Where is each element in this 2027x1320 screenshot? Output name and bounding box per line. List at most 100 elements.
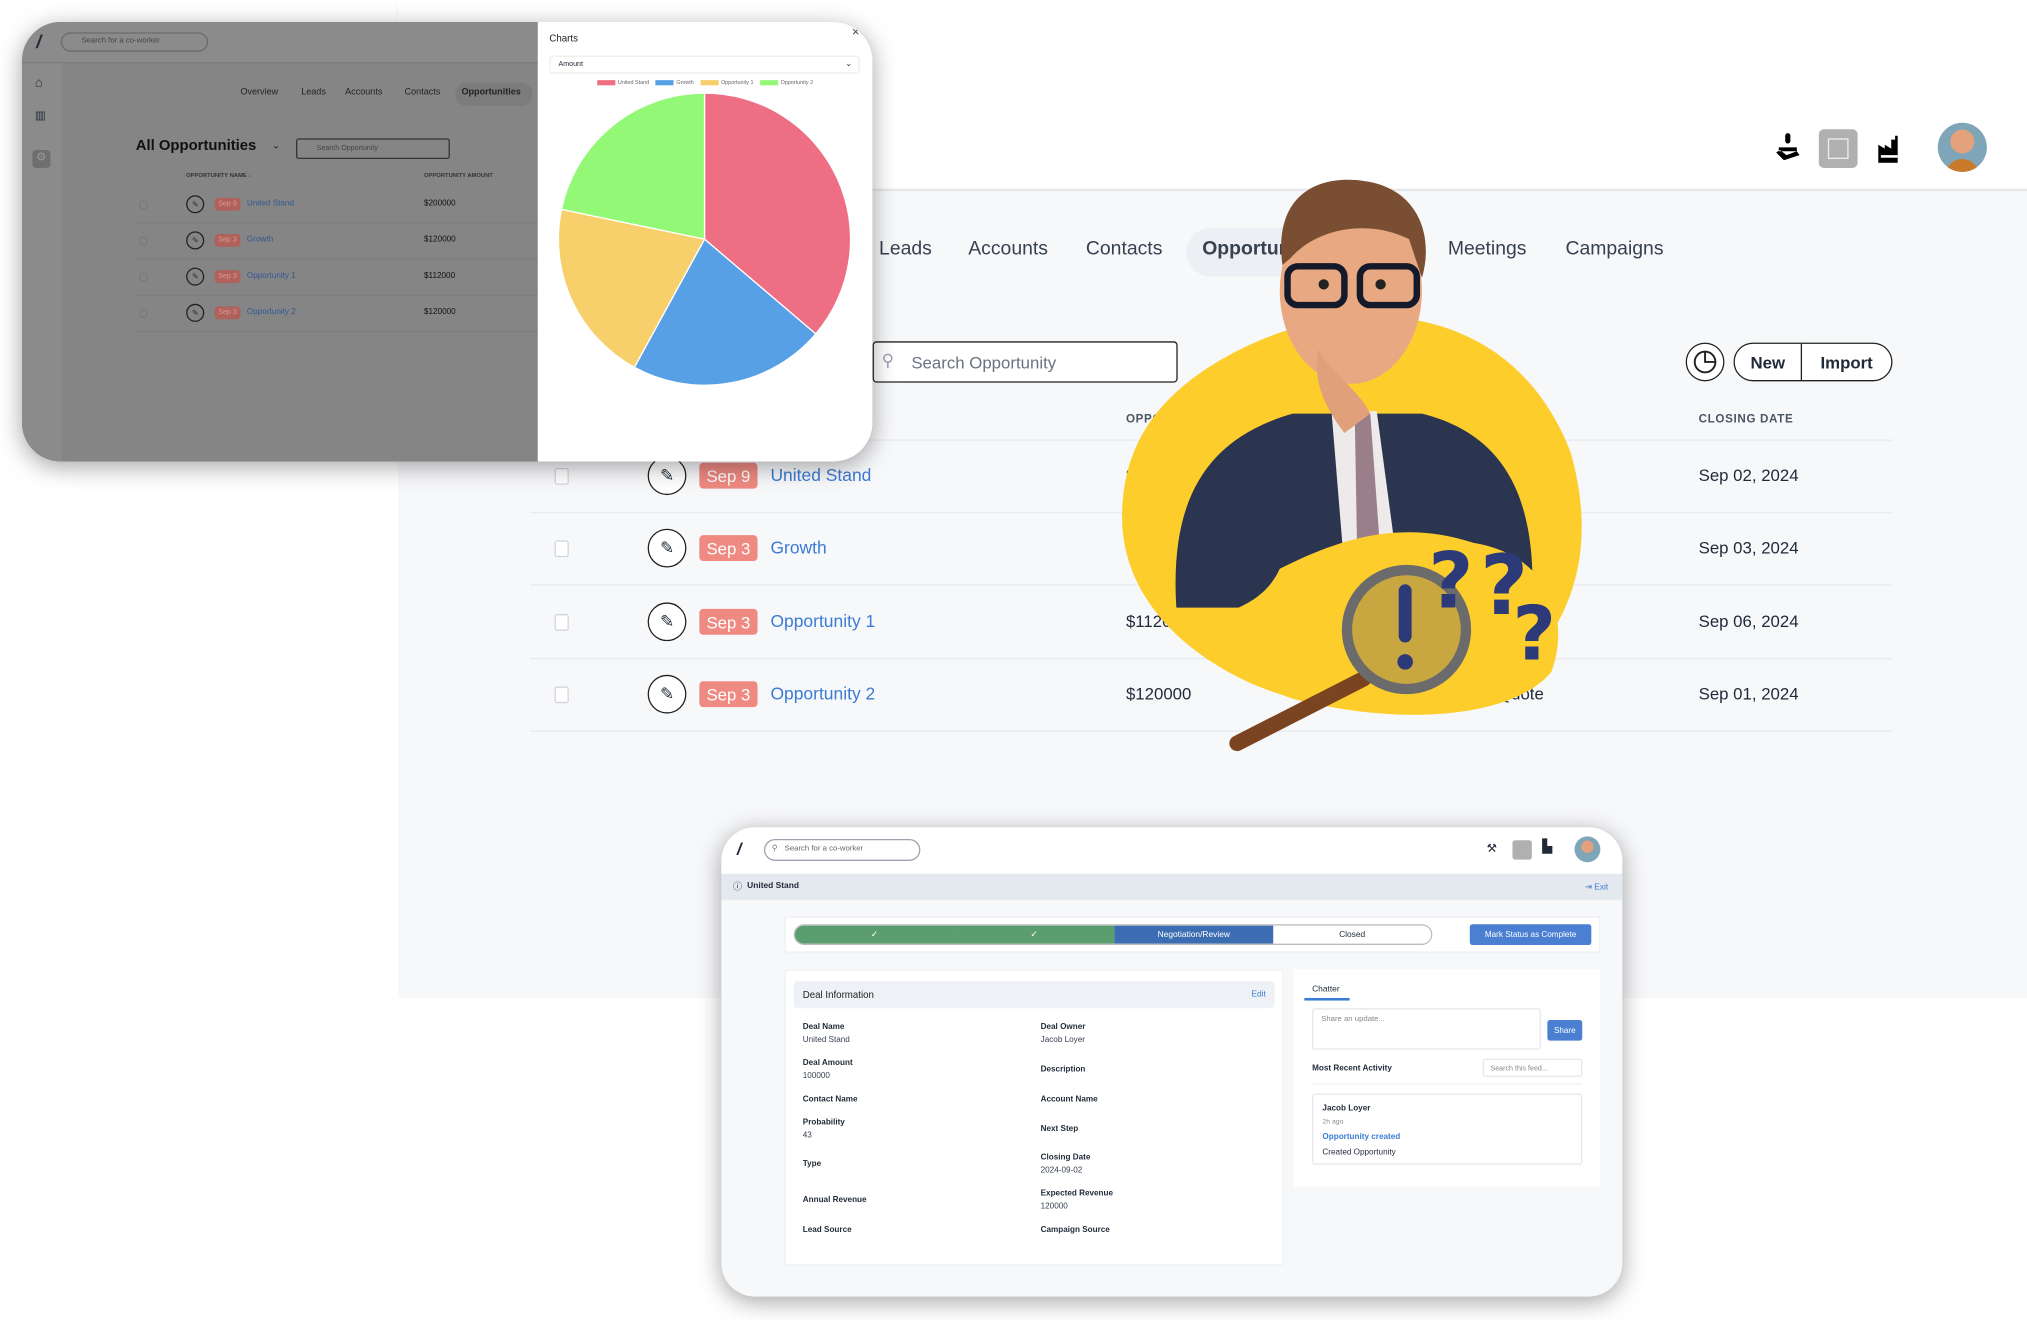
chart-metric-select[interactable]: Amount ⌄ xyxy=(549,55,860,74)
field-label-contact-name: Contact Name xyxy=(802,1094,858,1104)
opportunity-name-link[interactable]: United Stand xyxy=(770,465,871,484)
row-checkbox[interactable] xyxy=(139,200,148,210)
list-search-input[interactable]: Search Opportunity xyxy=(296,138,450,160)
column-header-closing-date[interactable]: CLOSING DATE xyxy=(1699,412,1794,425)
path-step-2[interactable]: ✓ xyxy=(954,925,1115,944)
opportunity-name-link[interactable]: Growth xyxy=(770,538,826,557)
close-icon[interactable]: × xyxy=(852,26,860,40)
closing-date: Sep 03, 2024 xyxy=(1698,537,1799,558)
column-header-amount[interactable]: OPPORTUNITY AMOUNT xyxy=(424,172,493,178)
mark-status-complete-button[interactable]: Mark Status as Complete xyxy=(1469,924,1592,945)
tab-leads[interactable]: Leads xyxy=(879,238,932,260)
legend-item[interactable]: Growth xyxy=(655,79,694,85)
field-value-deal-amount: 100000 xyxy=(802,1071,830,1081)
chart-button[interactable] xyxy=(1685,342,1725,382)
opportunity-amount: $200000 xyxy=(424,199,456,209)
feed-search-input[interactable]: Search this feed... xyxy=(1482,1058,1583,1077)
reports-icon[interactable]: ▥ xyxy=(35,109,46,123)
edit-icon: ✎ xyxy=(659,683,675,704)
overlay-tab[interactable]: Accounts xyxy=(345,88,382,97)
edit-button[interactable]: ✎ xyxy=(186,267,205,286)
path-step-1[interactable]: ✓ xyxy=(795,925,955,944)
row-checkbox[interactable] xyxy=(139,272,148,282)
invoice-icon[interactable] xyxy=(1818,129,1858,169)
activity-detail: Created Opportunity xyxy=(1322,1147,1396,1157)
field-label-closing-date: Closing Date xyxy=(1040,1153,1091,1163)
edit-button[interactable]: ✎ xyxy=(186,231,205,250)
overlay-tab[interactable]: Contacts xyxy=(405,88,441,97)
overlay-tab[interactable]: Opportunities xyxy=(461,88,520,97)
overlay-tab[interactable]: Overview xyxy=(240,88,278,97)
hand-stamp-icon[interactable]: ⚒ xyxy=(1487,842,1497,856)
coworker-search-input[interactable]: ⚲ Search for a co-worker xyxy=(763,838,921,861)
deal-information-card xyxy=(784,969,1284,1266)
user-avatar[interactable] xyxy=(1574,836,1601,863)
search-placeholder: Search this feed... xyxy=(1490,1064,1548,1073)
column-header-name[interactable]: OPPORTUNITY NAME ↓ xyxy=(186,172,251,178)
tab-accounts[interactable]: Accounts xyxy=(968,238,1048,260)
edit-button[interactable]: ✎ xyxy=(186,195,205,214)
row-checkbox[interactable] xyxy=(554,467,569,485)
row-checkbox[interactable] xyxy=(139,308,148,319)
settings-icon[interactable]: ⚙ xyxy=(32,149,51,169)
invoice-icon[interactable] xyxy=(1512,840,1532,860)
row-checkbox[interactable] xyxy=(139,236,148,246)
opportunity-name-link[interactable]: Growth xyxy=(247,235,273,244)
home-icon[interactable]: ⌂ xyxy=(35,76,43,90)
opportunity-detail-panel: / ⚲ Search for a co-worker ⚒ ▙ ⓘ United … xyxy=(721,827,1623,1297)
field-label-description: Description xyxy=(1040,1065,1086,1075)
opportunity-name-link[interactable]: Opportunity 2 xyxy=(770,684,875,703)
field-label-next-step: Next Step xyxy=(1040,1124,1079,1134)
path-step-negotiation[interactable]: Negotiation/Review xyxy=(1114,925,1274,944)
path-step-closed[interactable]: Closed xyxy=(1273,925,1432,944)
share-button[interactable]: Share xyxy=(1547,1019,1583,1041)
user-avatar[interactable] xyxy=(1937,122,1987,172)
list-title[interactable]: All Opportunities xyxy=(136,138,257,154)
opportunity-name-link[interactable]: Opportunity 1 xyxy=(770,611,875,630)
field-label-type: Type xyxy=(802,1159,822,1169)
chevron-down-icon[interactable]: ⌄ xyxy=(271,140,280,152)
activity-time: 2h ago xyxy=(1322,1118,1344,1126)
search-placeholder: Search for a co-worker xyxy=(81,37,160,46)
factory-icon[interactable] xyxy=(1877,134,1903,163)
field-label-deal-name: Deal Name xyxy=(802,1022,845,1032)
opportunity-name-link[interactable]: United Stand xyxy=(247,199,294,208)
hand-stamp-icon[interactable] xyxy=(1774,132,1802,163)
edit-button[interactable]: ✎ xyxy=(186,303,205,322)
edit-icon: ✎ xyxy=(659,537,675,558)
edit-button[interactable]: ✎ xyxy=(647,528,687,568)
field-value-probability: 43 xyxy=(802,1131,812,1141)
edit-button[interactable]: Edit xyxy=(1251,990,1265,999)
legend-item[interactable]: United Stand xyxy=(597,79,649,85)
overlay-tab[interactable]: Leads xyxy=(301,88,326,97)
date-badge: Sep 9 xyxy=(214,197,241,211)
row-checkbox[interactable] xyxy=(554,686,569,704)
opportunity-name-link[interactable]: Opportunity 2 xyxy=(247,308,296,317)
legend-item[interactable]: Opportunity 2 xyxy=(759,79,813,85)
search-icon: ⚲ xyxy=(771,845,778,854)
share-update-textarea[interactable]: Share an update... xyxy=(1312,1008,1541,1050)
charts-screenshot-panel: / Search for a co-worker ⌂ ▥ ⚙ Overview L… xyxy=(21,21,873,462)
row-checkbox[interactable] xyxy=(554,540,569,558)
chevron-down-icon: ⌄ xyxy=(845,60,852,69)
new-button[interactable]: New xyxy=(1735,343,1803,381)
edit-button[interactable]: ✎ xyxy=(647,602,687,642)
date-badge: Sep 3 xyxy=(699,681,758,708)
app-logo: / xyxy=(36,31,42,52)
legend-label: Opportunity 1 xyxy=(720,78,754,86)
exit-button[interactable]: ⇥ Exit xyxy=(1585,882,1608,892)
new-import-group: New Import xyxy=(1733,342,1893,382)
import-button[interactable]: Import xyxy=(1802,344,1891,380)
factory-icon[interactable]: ▙ xyxy=(1542,840,1552,854)
opportunity-name-link[interactable]: Opportunity 1 xyxy=(247,271,296,280)
edit-button[interactable]: ✎ xyxy=(647,674,687,714)
edit-button[interactable]: ✎ xyxy=(647,456,687,496)
tab-chatter[interactable]: Chatter xyxy=(1312,985,1340,994)
legend-swatch xyxy=(655,79,674,85)
activity-action-link[interactable]: Opportunity created xyxy=(1322,1132,1400,1141)
coworker-search-input[interactable]: Search for a co-worker xyxy=(60,32,209,52)
activity-item: Jacob Loyer 2h ago Opportunity created C… xyxy=(1312,1093,1583,1165)
edit-icon: ✎ xyxy=(659,611,675,631)
legend-item[interactable]: Opportunity 1 xyxy=(700,79,753,85)
row-checkbox[interactable] xyxy=(554,614,569,631)
